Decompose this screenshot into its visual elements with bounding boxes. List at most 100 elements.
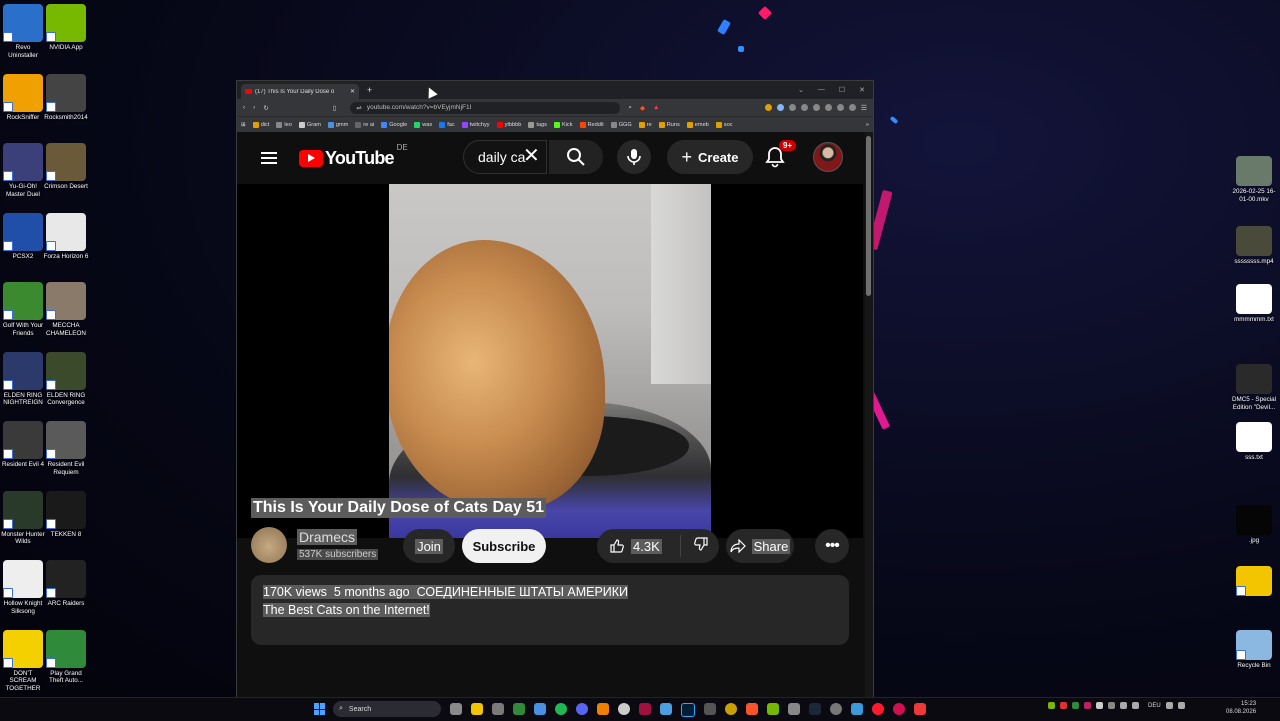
app-taskbar-icon[interactable] [660,703,672,715]
bookmark-item[interactable]: dict [252,121,269,128]
subscribe-button[interactable]: Subscribe [462,529,546,563]
video-description[interactable]: 170K views 5 months ago СОЕДИНЕННЫЕ ШТАТ… [251,575,849,645]
zoom-icon[interactable]: ⌕ [628,104,632,112]
app-taskbar-icon[interactable] [492,703,504,715]
desktop-icon[interactable]: Recycle Bin [1231,630,1277,670]
desktop-icon[interactable]: .jpg [1231,505,1277,545]
desktop-icon[interactable]: ELDEN RING Convergence [43,351,89,407]
bookmark-item[interactable]: Gram [298,121,321,128]
desktop-icon[interactable]: NVIDIA App [43,4,89,52]
extension-icon[interactable] [824,103,832,111]
app-taskbar-icon[interactable] [893,703,905,715]
url-field[interactable]: ⇌ youtube.com/watch?v=bVEyjmNjF1I [350,101,621,114]
bookmark-item[interactable]: emeb [686,121,709,128]
bookmarks-overflow-icon[interactable]: » [866,122,869,128]
tray-icon[interactable] [1096,702,1103,709]
back-icon[interactable]: ‹ [243,104,245,111]
app-taskbar-icon[interactable] [534,703,546,715]
bookmark-item[interactable]: ytbbbb [496,121,521,128]
extension-icon[interactable] [788,103,796,111]
steam-taskbar-icon[interactable] [809,703,821,715]
desktop-icon[interactable]: PCSX2 [0,212,46,261]
bookmark-item[interactable]: soc [715,121,733,128]
youtube-logo[interactable]: YouTube DE [299,143,408,169]
bookmark-item[interactable]: GGG [610,121,632,128]
desktop-icon[interactable]: mmmmmm.txt [1231,284,1277,324]
dislike-button[interactable] [681,536,709,557]
opera-taskbar-icon[interactable] [872,703,884,715]
brave-shield-icon[interactable]: ◆ [640,104,645,112]
tray-icon[interactable] [1108,702,1115,709]
app-taskbar-icon[interactable] [618,703,630,715]
extension-icon[interactable] [812,103,820,111]
bookmark-item[interactable]: Google [381,121,407,128]
desktop-icon[interactable] [1231,566,1277,598]
volume-icon[interactable] [1132,702,1139,709]
browser-tab[interactable]: (17) This Is Your Daily Dose o ✕ [241,84,359,99]
video-frame[interactable] [389,184,711,538]
tray-icon[interactable] [1048,702,1055,709]
desktop-icon[interactable]: MECCHA CHAMELEON [43,282,89,337]
desktop-icon[interactable]: Revo Uninstaller [0,4,46,59]
taskbar-clock[interactable]: 15:23 08.08.2026 [1226,700,1256,716]
desktop-icon[interactable]: Forza Horizon 6 [43,212,89,261]
desktop-icon[interactable]: ssssssss.mp4 [1231,226,1277,266]
app-taskbar-icon[interactable] [830,703,842,715]
scrollbar-thumb[interactable] [866,136,871,296]
desktop-icon[interactable]: Yu-Gi-Oh! Master Duel [0,143,46,198]
explorer-taskbar-icon[interactable] [471,703,483,715]
bookmark-icon[interactable]: ▯ [333,104,337,112]
app-taskbar-icon[interactable] [851,703,863,715]
language-indicator[interactable]: DEU [1148,703,1161,709]
menu-icon[interactable]: ☰ [861,104,867,112]
close-window-icon[interactable]: ✕ [859,86,865,94]
taskbar-search[interactable]: ⌕ Search [333,701,441,717]
app-taskbar-icon[interactable] [704,703,716,715]
bookmark-item[interactable]: was [414,121,432,128]
bookmark-item[interactable]: fac [439,121,455,128]
bookmark-item[interactable]: Runs [658,121,680,128]
settings-taskbar-icon[interactable] [450,703,462,715]
extension-icon[interactable] [800,103,808,111]
desktop-icon[interactable]: RockSniffer [0,73,46,122]
minimize-icon[interactable]: — [818,86,825,94]
brave-rewards-icon[interactable]: ▲ [653,104,659,111]
desktop-icon[interactable]: TEKKEN 8 [43,490,89,539]
like-button[interactable]: 4.3K [597,535,681,557]
hamburger-menu-icon[interactable] [261,149,277,167]
extension-icon[interactable] [776,103,784,111]
extension-icon[interactable] [836,103,844,111]
desktop-icon[interactable]: Hollow Knight Silksong [0,560,46,615]
speaker-icon[interactable] [1177,702,1185,709]
discord-taskbar-icon[interactable] [576,703,588,715]
desktop-icon[interactable]: Golf With Your Friends [0,282,46,337]
create-button[interactable]: + Create [667,140,753,174]
network-icon[interactable] [1120,702,1127,709]
bookmark-item[interactable]: Reddit [579,121,604,128]
spotify-taskbar-icon[interactable] [555,703,567,715]
bookmark-item[interactable]: twitchyy [461,121,490,128]
maximize-icon[interactable]: ☐ [839,86,845,94]
brave-taskbar-icon[interactable] [746,703,758,715]
nvidia-taskbar-icon[interactable] [767,703,779,715]
desktop-icon[interactable]: sss.txt [1231,422,1277,462]
video-player[interactable] [237,184,863,538]
tray-icon[interactable] [1060,702,1067,709]
voice-search-button[interactable] [617,140,651,174]
reload-icon[interactable]: ↻ [263,104,268,112]
desktop-icon[interactable]: Resident Evil 4 [0,421,46,469]
vlc-taskbar-icon[interactable] [597,703,609,715]
bookmark-item[interactable]: re ai [355,121,374,128]
desktop-icon[interactable]: Play Grand Theft Auto... [43,629,89,685]
channel-name[interactable]: Dramecs [297,529,358,545]
site-info-icon[interactable]: ⇌ [356,104,361,112]
join-button[interactable]: Join [403,529,455,563]
windows-start-icon[interactable] [314,703,326,715]
app-taskbar-icon[interactable] [788,703,800,715]
app-taskbar-icon[interactable] [725,703,737,715]
account-avatar[interactable] [813,142,843,172]
bookmark-item[interactable]: gmm [327,121,348,128]
tray-icon[interactable] [1072,702,1079,709]
wifi-icon[interactable] [1165,702,1173,709]
desktop-icon[interactable]: DMC5 - Special Edition "Devil... [1231,364,1277,411]
